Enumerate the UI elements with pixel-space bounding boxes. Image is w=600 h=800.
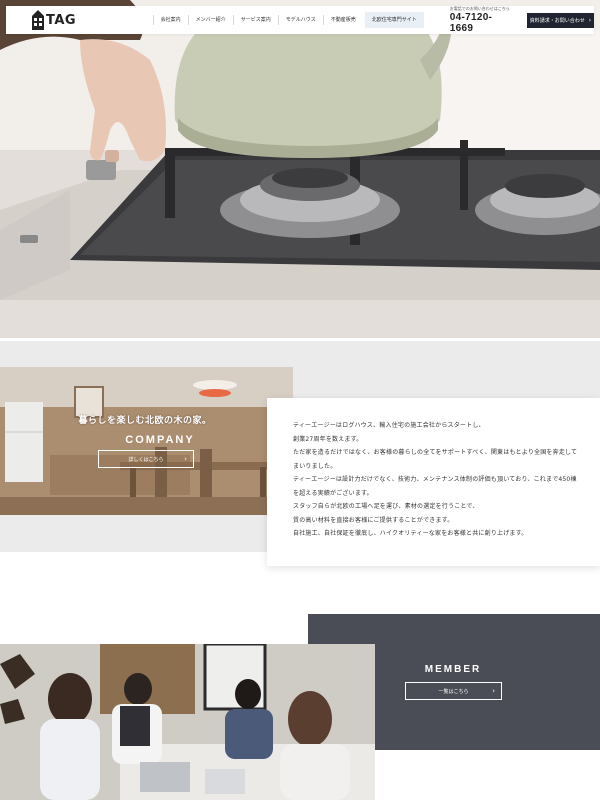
- chevron-right-icon: ›: [588, 16, 592, 24]
- company-text-line: 自社施工、自社保証を徹底し、ハイクオリティーな家をお客様と共に創り上げます。: [293, 530, 528, 537]
- company-details-label: 詳しくはこちら: [128, 456, 164, 463]
- company-text-line: ティーエージーはログハウス、輸入住宅の施工会社からスタートし、: [293, 422, 485, 429]
- member-image: [0, 644, 375, 800]
- company-tagline: 暮らしを楽しむ北欧の木の家。: [78, 416, 212, 426]
- main-nav: 会社案内 メンバー紹介 サービス案内 モデルハウス 不動産販売 北欧住宅専門サイ…: [152, 12, 424, 28]
- logo-text: TAG: [46, 12, 77, 28]
- chevron-right-icon: ›: [184, 455, 187, 463]
- nav-company[interactable]: 会社案内: [152, 15, 188, 25]
- company-description-card: ティーエージーはログハウス、輸入住宅の施工会社からスタートし、 創業27周年を数…: [267, 398, 600, 566]
- nav-model-house[interactable]: モデルハウス: [277, 15, 323, 25]
- hero-image: [0, 0, 600, 338]
- nav-services[interactable]: サービス案内: [232, 15, 278, 25]
- company-text-line: を超える実績がございます。: [293, 489, 373, 497]
- chevron-right-icon: ›: [492, 687, 495, 695]
- team-meeting-illustration: [0, 644, 375, 800]
- member-list-button[interactable]: 一覧はこちら ›: [405, 682, 502, 700]
- inquiry-button-label: 資料請求・お問い合わせ: [529, 17, 585, 24]
- contact-block: お電話でのお問い合わせはこちら 04-7120-1669: [450, 6, 515, 34]
- company-title: COMPANY: [125, 434, 195, 446]
- company-text-line: まいりました。: [293, 462, 337, 470]
- company-text-line: ティーエージーは設計力だけでなく、技術力、メンテナンス体制の評価も頂いており、こ…: [293, 476, 577, 483]
- kettle-stove-illustration: [0, 0, 600, 338]
- phone-number[interactable]: 04-7120-1669: [450, 12, 515, 34]
- company-text-line: 質の高い材料を直接お客様にご提供することができます。: [293, 516, 454, 524]
- company-text-line: スタッフ自らが北欧の工場へ足を運び、素材の選定を行うことで、: [293, 503, 479, 510]
- company-text-line: 創業27周年を数えます。: [293, 435, 363, 443]
- member-list-label: 一覧はこちら: [438, 688, 469, 695]
- site-logo[interactable]: TAG: [32, 10, 141, 30]
- member-title: MEMBER: [424, 664, 482, 675]
- nav-members[interactable]: メンバー紹介: [187, 15, 233, 25]
- nav-real-estate[interactable]: 不動産販売: [322, 15, 363, 25]
- company-text-line: ただ家を造るだけではなく、お客様の暮らしの全てをサポートすべく、関東はもとより全…: [293, 449, 578, 456]
- site-header: TAG 会社案内 メンバー紹介 サービス案内 モデルハウス 不動産販売 北欧住宅…: [6, 6, 594, 34]
- nav-nordic-site[interactable]: 北欧住宅専門サイト: [364, 12, 424, 28]
- company-details-button[interactable]: 詳しくはこちら ›: [98, 450, 194, 468]
- inquiry-button[interactable]: 資料請求・お問い合わせ ›: [526, 12, 594, 28]
- house-logo-icon: [32, 10, 44, 30]
